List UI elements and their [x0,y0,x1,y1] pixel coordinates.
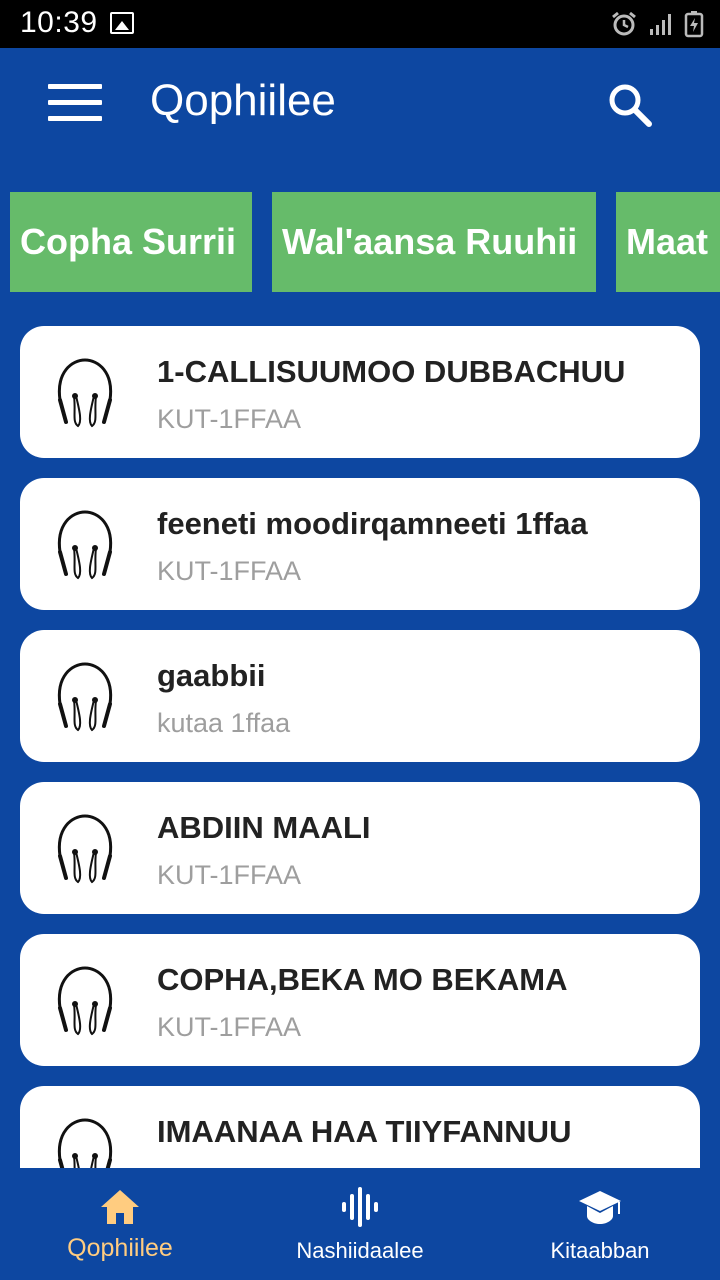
category-chip[interactable]: Maat [616,192,720,292]
list-item[interactable]: gaabbii kutaa 1ffaa [20,630,700,762]
item-subtitle: kutaa 1ffaa [157,708,291,738]
headphones-icon [57,510,113,580]
item-title: gaabbii [157,658,266,693]
audio-wave-icon [342,1187,378,1227]
status-time: 10:39 [20,6,98,39]
item-title: ABDIIN MAALI [157,810,371,845]
nav-item-qophiilee[interactable]: Qophiilee [0,1168,240,1280]
list-item[interactable]: ABDIIN MAALI KUT-1FFAA [20,782,700,914]
list-item[interactable]: COPHA,BEKA MO BEKAMA KUT-1FFAA [20,934,700,1066]
category-tabs: Copha Surrii Wal'aansa Ruuhii Maat [0,192,720,292]
headphones-icon [57,814,113,884]
item-title: IMAANAA HAA TIIYFANNUU [157,1114,572,1149]
item-title: feeneti moodirqamneeti 1ffaa [157,506,588,541]
item-title: 1-CALLISUUMOO DUBBACHUU [157,354,626,389]
status-icons [610,10,704,38]
home-icon [101,1190,139,1224]
list-item[interactable]: 1-CALLISUUMOO DUBBACHUU KUT-1FFAA [20,326,700,458]
headphones-icon [57,662,113,732]
page-title: Qophiilee [150,76,336,125]
list-item[interactable]: IMAANAA HAA TIIYFANNUU [20,1086,700,1168]
item-subtitle: KUT-1FFAA [157,404,302,434]
gallery-notification-icon [110,12,134,34]
category-chip[interactable]: Wal'aansa Ruuhii [272,192,596,292]
item-title: COPHA,BEKA MO BEKAMA [157,962,568,997]
menu-button[interactable] [48,84,102,122]
item-subtitle: KUT-1FFAA [157,556,302,586]
status-bar: 10:39 [0,0,720,48]
graduation-cap-icon [579,1191,621,1224]
battery-icon [684,11,704,38]
headphones-icon [57,1118,113,1168]
nav-label: Kitaabban [550,1238,650,1263]
item-subtitle: KUT-1FFAA [157,1012,302,1042]
list-item[interactable]: feeneti moodirqamneeti 1ffaa KUT-1FFAA [20,478,700,610]
signal-icon [650,14,671,35]
menu-icon [48,84,102,89]
nav-item-nashiidaalee[interactable]: Nashiidaalee [240,1168,480,1280]
headphones-icon [57,966,113,1036]
item-subtitle: KUT-1FFAA [157,860,302,890]
app-bar: Qophiilee [0,48,720,158]
bottom-navigation: Qophiilee Nashiidaalee Kitaabban [0,1168,720,1280]
alarm-icon [612,11,636,36]
search-button[interactable] [605,80,655,130]
nav-item-kitaabban[interactable]: Kitaabban [480,1168,720,1280]
search-icon [609,84,652,127]
program-list: 1-CALLISUUMOO DUBBACHUU KUT-1FFAA feenet… [0,326,720,1168]
headphones-icon [57,358,113,428]
nav-label: Nashiidaalee [296,1238,424,1263]
nav-label: Qophiilee [67,1234,173,1262]
category-chip[interactable]: Copha Surrii [10,192,252,292]
